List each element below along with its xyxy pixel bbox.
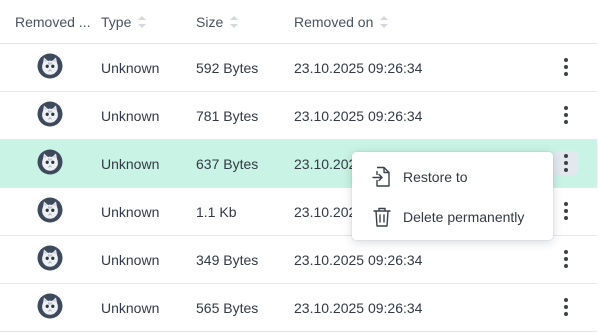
more-vertical-icon [564, 58, 568, 76]
avatar-cat-icon [37, 53, 63, 82]
removed-on-cell: 23.10.2025 09:26:34 [294, 107, 423, 124]
header-type[interactable]: Type [101, 0, 147, 43]
delete-permanently-menu-item[interactable]: Delete permanently [352, 197, 553, 237]
more-vertical-icon [564, 106, 568, 124]
more-vertical-icon [564, 154, 568, 172]
type-cell: Unknown [101, 203, 160, 220]
more-vertical-icon [564, 298, 568, 316]
type-cell: Unknown [101, 59, 160, 76]
row-actions-button[interactable] [554, 151, 578, 175]
removed-on-cell: 23.10.202 [294, 203, 357, 220]
removed-on-cell: 23.10.2025 09:26:34 [294, 59, 423, 76]
row-actions-button[interactable] [554, 103, 578, 127]
more-vertical-icon [564, 202, 568, 220]
table-header: Removed ... Type Size Removed on [0, 0, 597, 44]
row-actions-button[interactable] [554, 199, 578, 223]
avatar-cat-icon [37, 293, 63, 322]
avatar [37, 44, 63, 91]
type-cell: Unknown [101, 155, 160, 172]
removed-on-cell: 23.10.2025 09:26:34 [294, 299, 423, 316]
header-removed-on-label: Removed on [294, 13, 374, 30]
avatar [37, 236, 63, 283]
avatar-cat-icon [37, 245, 63, 274]
size-cell: 565 Bytes [196, 299, 259, 316]
table-row[interactable]: Unknown 349 Bytes 23.10.2025 09:26:34 [0, 236, 597, 284]
trash-icon [372, 206, 392, 228]
row-actions-button[interactable] [554, 247, 578, 271]
avatar [37, 188, 63, 235]
row-actions-button[interactable] [554, 55, 578, 79]
avatar [37, 92, 63, 139]
table-row[interactable]: Unknown 592 Bytes 23.10.2025 09:26:34 [0, 44, 597, 92]
size-cell: 1.1 Kb [196, 203, 237, 220]
avatar-cat-icon [37, 197, 63, 226]
size-cell: 349 Bytes [196, 251, 259, 268]
sort-icon[interactable] [379, 15, 389, 28]
avatar [37, 140, 63, 187]
header-removed-by-label: Removed ... [15, 13, 91, 30]
header-size-label: Size [196, 13, 224, 30]
header-size[interactable]: Size [196, 0, 239, 43]
header-type-label: Type [101, 13, 132, 30]
table-row[interactable]: Unknown 565 Bytes 23.10.2025 09:26:34 [0, 284, 597, 332]
more-vertical-icon [564, 250, 568, 268]
size-cell: 592 Bytes [196, 59, 259, 76]
table-row[interactable]: Unknown 781 Bytes 23.10.2025 09:26:34 [0, 92, 597, 140]
type-cell: Unknown [101, 299, 160, 316]
avatar-cat-icon [37, 149, 63, 178]
sort-icon[interactable] [229, 15, 239, 28]
row-actions-button[interactable] [554, 295, 578, 319]
restore-icon [372, 166, 392, 188]
avatar-cat-icon [37, 101, 63, 130]
avatar [37, 284, 63, 331]
size-cell: 637 Bytes [196, 155, 259, 172]
type-cell: Unknown [101, 251, 160, 268]
removed-on-cell: 23.10.202 [294, 155, 357, 172]
removed-on-cell: 23.10.2025 09:26:34 [294, 251, 423, 268]
sort-icon[interactable] [137, 15, 147, 28]
header-removed-by[interactable]: Removed ... [15, 0, 90, 43]
header-removed-on[interactable]: Removed on [294, 0, 389, 43]
size-cell: 781 Bytes [196, 107, 259, 124]
context-menu: Restore to Delete permanently [352, 152, 553, 240]
restore-to-label: Restore to [403, 169, 468, 185]
restore-to-menu-item[interactable]: Restore to [352, 157, 553, 197]
delete-permanently-label: Delete permanently [403, 209, 525, 225]
type-cell: Unknown [101, 107, 160, 124]
